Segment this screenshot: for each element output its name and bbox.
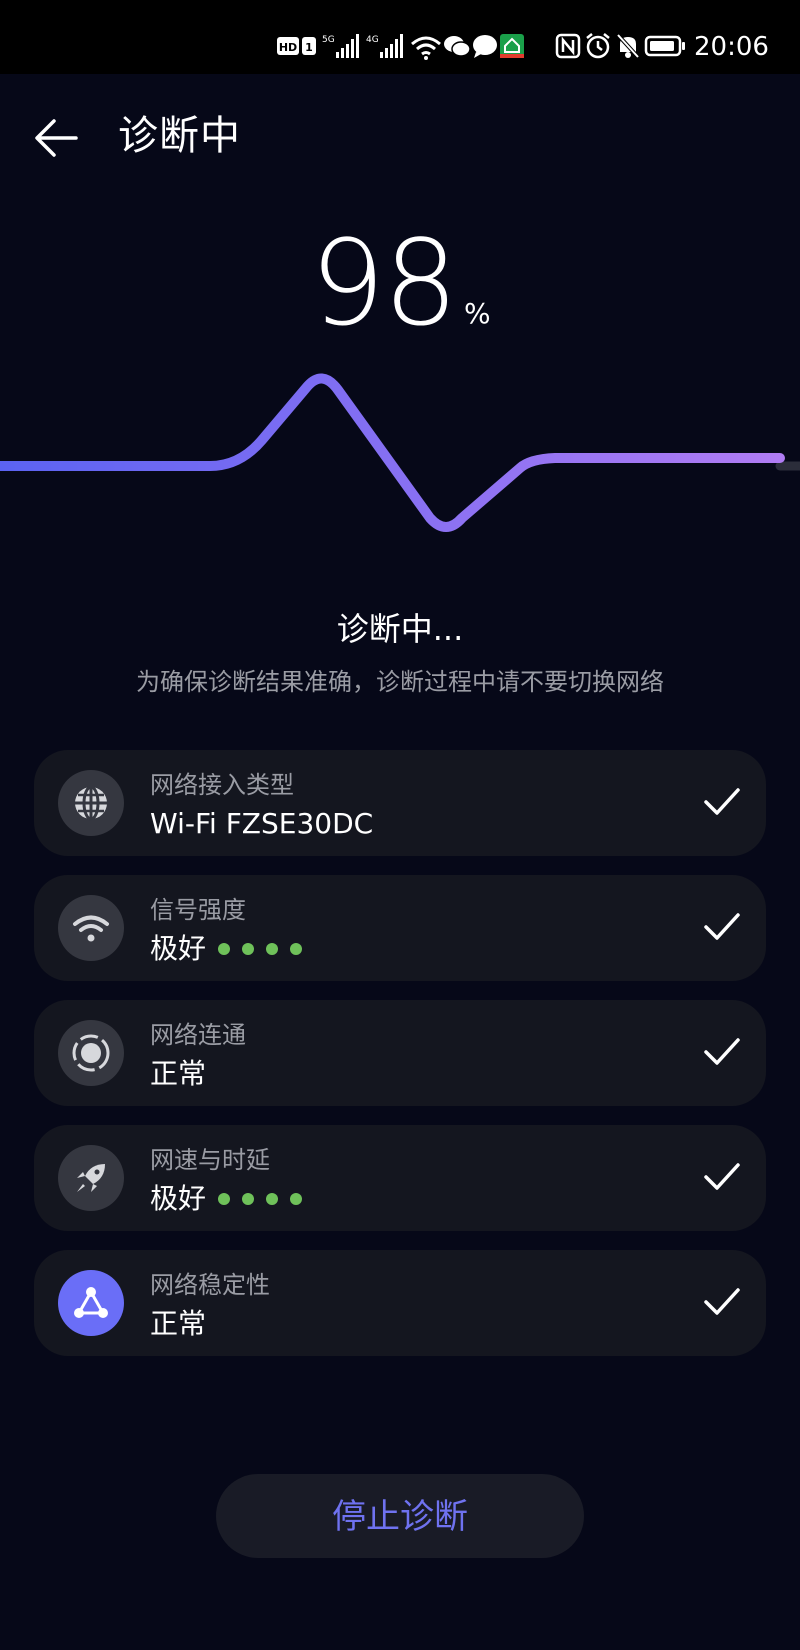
connectivity-icon-wrap [58,1020,124,1086]
wifi-status-icon [411,36,441,60]
progress-unit: % [464,297,491,330]
check-item-label: 网络连通 [150,1021,246,1049]
check-icon [704,1288,740,1315]
check-item-speed-latency: 网速与时延 极好 [34,1125,766,1231]
rating-dot [290,1193,303,1205]
wifi-icon-wrap [58,895,124,961]
check-item-value: 极好 [150,1179,314,1219]
check-item-stability: 网络稳定性 正常 [34,1250,766,1356]
progress-wave [0,373,800,532]
rocket-icon [77,1164,105,1192]
battery-icon [644,35,685,57]
svg-text:5G: 5G [322,35,335,45]
rating-dot [290,943,303,955]
header: 诊断中 [0,90,800,180]
rating-dot [242,1193,255,1205]
stability-icon-wrap [58,1270,124,1336]
check-icon [704,1038,740,1065]
wifi-icon [73,915,109,942]
check-item-access-type: 网络接入类型 Wi-Fi FZSE30DC [34,750,766,856]
alarm-icon [586,33,610,59]
check-icon [704,788,740,815]
rating-dot [266,1193,279,1205]
rating-dots [218,1193,314,1205]
stop-diagnosis-button[interactable]: 停止诊断 [216,1474,584,1558]
globe-icon [75,785,107,821]
signal-4g-icon: 4G [366,34,403,58]
check-item-label: 网络接入类型 [150,771,294,799]
progress-readout: 98 % [0,218,800,348]
status-time: 20:06 [694,32,769,62]
diagnosis-hint: 为确保诊断结果准确，诊断过程中请不要切换网络 [136,668,664,696]
check-item-value: 正常 [150,1307,207,1340]
app-notification-icon [500,34,524,58]
signal-5g-icon: 5G [322,34,359,58]
screen: HD 1 5G 4G 20:06 诊断中 98 % 诊断中... 为确保诊断结果… [0,0,800,1650]
message-icon [473,35,497,58]
check-icon [704,1163,740,1190]
globe-icon-wrap [58,770,124,836]
rating-dot [218,943,231,955]
back-arrow-icon[interactable] [30,112,86,164]
progress-value: 98 [310,214,458,352]
svg-text:1: 1 [305,41,313,54]
status-bar: HD 1 5G 4G 20:06 [0,0,800,74]
check-item-signal-strength: 信号强度 极好 [34,875,766,981]
page-title: 诊断中 [118,113,241,159]
svg-text:4G: 4G [366,35,379,45]
svg-text:HD: HD [279,41,297,54]
mute-bell-icon [616,33,640,59]
hd-icon: HD 1 [277,37,316,55]
rating-dots [218,943,314,955]
wave-line [0,373,785,532]
connectivity-icon [72,1034,110,1072]
rocket-icon-wrap [58,1145,124,1211]
rating-dot [218,1193,231,1205]
rating-dot [242,943,255,955]
check-icon [704,913,740,940]
wechat-icon [444,36,471,57]
check-item-value: Wi-Fi FZSE30DC [150,807,374,840]
check-item-connectivity: 网络连通 正常 [34,1000,766,1106]
check-item-label: 网络稳定性 [150,1271,270,1299]
check-item-label: 信号强度 [150,896,246,924]
rating-dot [266,943,279,955]
check-item-label: 网速与时延 [150,1146,270,1174]
check-item-value: 正常 [150,1057,207,1090]
stability-icon [74,1287,108,1318]
diagnosis-status: 诊断中... [336,610,464,648]
nfc-icon [555,33,581,59]
check-item-value: 极好 [150,929,314,969]
